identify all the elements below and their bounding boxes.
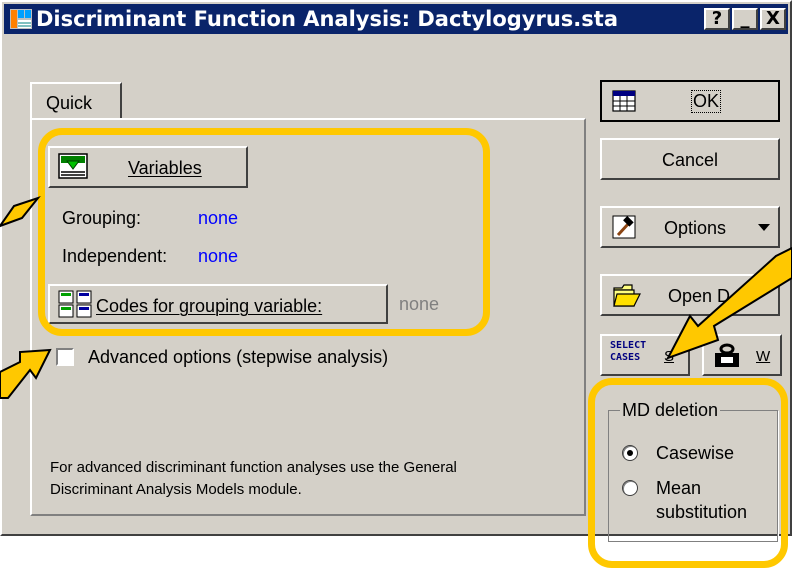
cancel-button[interactable]: Cancel xyxy=(600,138,780,180)
weight-button[interactable]: W xyxy=(702,334,782,376)
close-button[interactable]: X xyxy=(760,8,786,30)
app-icon xyxy=(10,9,32,29)
title-bar[interactable]: Discriminant Function Analysis: Dactylog… xyxy=(4,4,788,34)
tab-quick-label: Quick xyxy=(46,93,93,113)
md-deletion-highlight xyxy=(588,378,788,568)
info-text-line1: For advanced discriminant function analy… xyxy=(50,459,457,476)
open-data-button[interactable]: Open D xyxy=(600,274,780,316)
select-cases-bottom: CASES xyxy=(610,352,641,363)
advanced-options-checkbox[interactable] xyxy=(56,348,74,366)
options-button[interactable]: Options xyxy=(600,206,780,248)
tab-quick[interactable]: Quick xyxy=(30,82,122,120)
cancel-button-label: Cancel xyxy=(662,150,719,170)
info-text-line2: Discriminant Analysis Models module. xyxy=(50,481,302,498)
minimize-button[interactable]: _ xyxy=(732,8,758,30)
weight-key: W xyxy=(756,348,771,365)
weight-icon xyxy=(715,343,739,367)
select-cases-key: S xyxy=(664,348,675,365)
variables-highlight xyxy=(38,128,490,336)
select-cases-button[interactable]: SELECT CASES S xyxy=(600,334,690,376)
chevron-down-icon xyxy=(758,224,770,231)
open-data-button-label: Open D xyxy=(668,286,731,306)
ok-button-label: OK xyxy=(690,90,722,113)
options-button-label: Options xyxy=(664,218,727,238)
folder-icon xyxy=(613,284,641,307)
select-cases-top: SELECT xyxy=(610,340,647,351)
select-cases-icon: SELECT CASES xyxy=(610,340,646,364)
ok-button[interactable]: OK xyxy=(600,80,780,122)
window-title: Discriminant Function Analysis: Dactylog… xyxy=(36,7,618,31)
spreadsheet-icon xyxy=(612,90,636,112)
advanced-options-label: Advanced options (stepwise analysis) xyxy=(88,347,389,367)
hammer-icon xyxy=(612,215,636,239)
help-button[interactable]: ? xyxy=(704,8,730,30)
